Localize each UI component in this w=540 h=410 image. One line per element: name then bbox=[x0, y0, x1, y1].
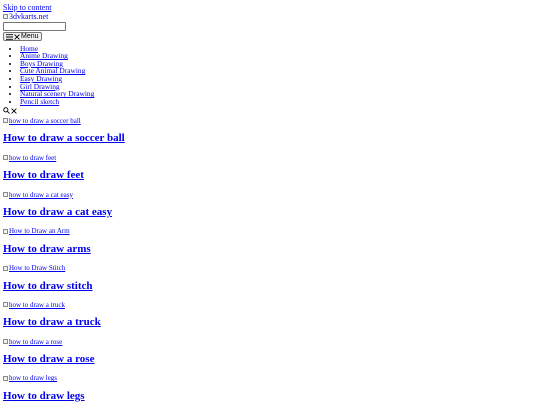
post-thumbnail-link[interactable]: How to Draw Stitch bbox=[3, 264, 65, 272]
post-thumbnail-link[interactable]: how to draw feet bbox=[3, 154, 56, 162]
thumbnail-alt-text: how to draw a rose bbox=[9, 337, 63, 346]
post-card: How to Draw Stitch How to draw stitch bbox=[3, 264, 537, 300]
post-thumbnail-link[interactable]: how to draw legs bbox=[3, 374, 57, 382]
header-icon-row bbox=[3, 106, 537, 115]
post-thumbnail: How to Draw an Arm bbox=[3, 227, 537, 236]
post-title-link[interactable]: How to draw stitch bbox=[3, 280, 93, 292]
broken-image-icon bbox=[3, 14, 8, 20]
broken-image-icon bbox=[3, 376, 8, 381]
nav-item-natural-scenery-drawing: Natural scenery Drawing bbox=[20, 90, 537, 98]
thumbnail-alt-text: How to Draw Stitch bbox=[9, 264, 66, 273]
post-thumbnail: how to draw a soccer ball bbox=[3, 116, 537, 125]
primary-nav: Home Anime Drawing Boys Drawing Cute Ani… bbox=[3, 44, 537, 106]
thumbnail-alt-text: How to Draw an Arm bbox=[9, 227, 70, 236]
post-card: how to draw a cat easy How to draw a cat… bbox=[3, 190, 537, 226]
nav-item-cute-animal-drawing: Cute Animal Drawing bbox=[20, 67, 537, 75]
thumbnail-alt-text: how to draw a truck bbox=[9, 300, 65, 309]
post-title: How to draw legs bbox=[3, 383, 537, 410]
nav-item-pencil-sketch: Pencil sketch bbox=[20, 98, 537, 106]
post-title: How to draw a soccer ball bbox=[3, 125, 537, 152]
close-icon[interactable] bbox=[11, 108, 17, 114]
nav-item-easy-drawing: Easy Drawing bbox=[20, 75, 537, 83]
post-thumbnail: How to Draw Stitch bbox=[3, 264, 537, 273]
post-title-link[interactable]: How to draw a cat easy bbox=[3, 206, 112, 218]
close-icon bbox=[14, 33, 20, 40]
thumbnail-alt-text: how to draw a soccer ball bbox=[9, 116, 81, 125]
post-title-link[interactable]: How to draw arms bbox=[3, 243, 91, 255]
nav-item-home: Home bbox=[20, 44, 537, 53]
post-card: how to draw feet How to draw feet bbox=[3, 153, 537, 189]
post-card: how to draw a truck How to draw a truck bbox=[3, 300, 537, 336]
post-thumbnail: how to draw a cat easy bbox=[3, 190, 537, 199]
site-logo-link[interactable]: 3dvkarts.net bbox=[3, 12, 537, 22]
search-input[interactable] bbox=[3, 22, 66, 31]
post-title: How to draw a rose bbox=[3, 346, 537, 373]
site-logo-alt-text: 3dvkarts.net bbox=[9, 12, 49, 21]
post-title-link[interactable]: How to draw a rose bbox=[3, 353, 94, 365]
post-card: how to draw a rose How to draw a rose bbox=[3, 337, 537, 373]
post-thumbnail: how to draw legs bbox=[3, 374, 537, 383]
post-title: How to draw arms bbox=[3, 236, 537, 263]
post-title-link[interactable]: How to draw feet bbox=[3, 169, 84, 181]
thumbnail-alt-text: how to draw legs bbox=[9, 374, 58, 383]
broken-image-icon bbox=[3, 155, 8, 161]
broken-image-icon bbox=[3, 192, 8, 198]
post-card: how to draw a soccer ball How to draw a … bbox=[3, 116, 537, 152]
nav-item-anime-drawing: Anime Drawing bbox=[20, 52, 537, 60]
thumbnail-alt-text: how to draw feet bbox=[9, 153, 57, 162]
broken-image-icon bbox=[3, 118, 8, 124]
page: Skip to content 3dvkarts.net Menu Home A… bbox=[0, 0, 540, 410]
post-title: How to draw a cat easy bbox=[3, 199, 537, 226]
post-title-link[interactable]: How to draw legs bbox=[3, 390, 85, 402]
post-title: How to draw a truck bbox=[3, 309, 537, 336]
broken-image-icon bbox=[3, 228, 8, 234]
post-thumbnail-link[interactable]: how to draw a cat easy bbox=[3, 191, 73, 199]
post-card: how to draw legs How to draw legs bbox=[3, 374, 537, 410]
nav-link[interactable]: Pencil sketch bbox=[20, 97, 59, 106]
post-thumbnail-link[interactable]: how to draw a soccer ball bbox=[3, 117, 81, 125]
post-thumbnail-link[interactable]: how to draw a truck bbox=[3, 301, 65, 309]
broken-image-icon bbox=[3, 265, 8, 271]
skip-to-content-link[interactable]: Skip to content bbox=[3, 3, 537, 12]
post-title: How to draw stitch bbox=[3, 273, 537, 300]
post-thumbnail-link[interactable]: How to Draw an Arm bbox=[3, 227, 70, 235]
site-logo: 3dvkarts.net bbox=[3, 12, 48, 21]
post-thumbnail: how to draw feet bbox=[3, 153, 537, 162]
menu-button[interactable]: Menu bbox=[3, 32, 42, 41]
hamburger-icon bbox=[6, 33, 13, 40]
post-title: How to draw feet bbox=[3, 162, 537, 189]
post-title-link[interactable]: How to draw a soccer ball bbox=[3, 132, 125, 144]
broken-image-icon bbox=[3, 302, 8, 308]
thumbnail-alt-text: how to draw a cat easy bbox=[9, 190, 73, 199]
nav-item-boys-drawing: Boys Drawing bbox=[20, 60, 537, 68]
post-title-link[interactable]: How to draw a truck bbox=[3, 316, 101, 328]
nav-item-girl-drawing: Girl Drawing bbox=[20, 82, 537, 91]
post-thumbnail: how to draw a rose bbox=[3, 337, 537, 346]
post-thumbnail: how to draw a truck bbox=[3, 300, 537, 309]
post-card: How to Draw an Arm How to draw arms bbox=[3, 227, 537, 263]
search-icon[interactable] bbox=[3, 107, 10, 115]
post-thumbnail-link[interactable]: how to draw a rose bbox=[3, 338, 62, 346]
broken-image-icon bbox=[3, 339, 8, 345]
menu-button-label: Menu bbox=[21, 33, 39, 40]
